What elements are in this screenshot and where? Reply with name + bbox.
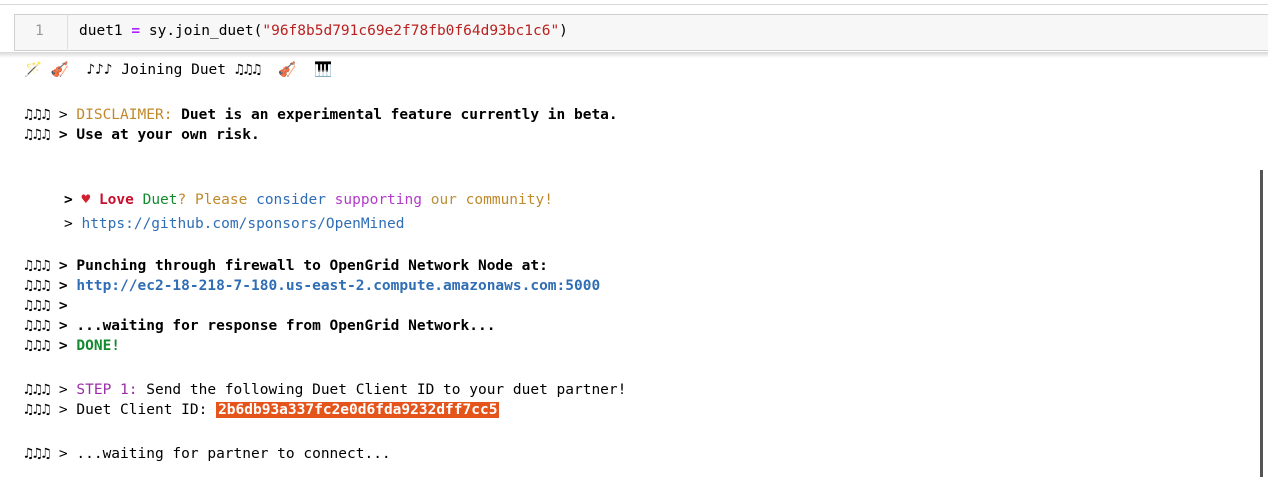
consider-word: consider (256, 192, 326, 208)
prompt-prefix: ♫♫♫ > (24, 338, 68, 354)
love-word: Love (98, 192, 134, 208)
sponsor-link[interactable]: https://github.com/sponsors/OpenMined (81, 216, 404, 232)
prompt-prefix: ♫♫♫ > (24, 382, 68, 398)
prompt-prefix: ♫♫♫ > (24, 446, 68, 462)
prompt-prefix: ♫♫♫ > (24, 127, 68, 143)
cell-output: 🪄 🎻 ♪♪♪ Joining Duet ♫♫♫ 🎻 🎹 ♫♫♫ > DISCL… (0, 52, 1262, 477)
code-close-paren: ) (559, 23, 568, 39)
code-operator: = (131, 23, 141, 39)
disclaimer-label: DISCLAIMER: (76, 107, 173, 123)
violin-icon-2: 🎻 (278, 62, 297, 78)
duet-word: Duet (142, 192, 178, 208)
punch-text: Punching through firewall to OpenGrid Ne… (76, 258, 548, 274)
supporting-word: supporting (334, 192, 422, 208)
code-line[interactable]: duet1 = sy.join_duet("96f8b5d791c69e2f78… (79, 23, 568, 39)
love-line: > ♥ Love Duet? Please consider supportin… (64, 190, 553, 210)
disclaimer-line: ♫♫♫ > DISCLAIMER: Duet is an experimenta… (24, 105, 618, 125)
prompt-prefix: ♫♫♫ > (24, 258, 68, 274)
line-number: 1 (35, 23, 44, 39)
piano-icon: 🎹 (313, 62, 332, 78)
step1-label: STEP 1: (76, 382, 138, 398)
code-cell-input[interactable]: 1 duet1 = sy.join_duet("96f8b5d791c69e2f… (14, 14, 1268, 51)
sponsor-prefix: > (64, 216, 73, 232)
code-variable: duet1 (79, 23, 123, 39)
waiting-partner-text: ...waiting for partner to connect... (76, 446, 391, 462)
code-string-arg: "96f8b5d791c69e2f78fb0f64d93bc1c6" (262, 23, 560, 39)
code-call: sy.join_duet( (148, 23, 263, 39)
joining-header: 🪄 🎻 ♪♪♪ Joining Duet ♫♫♫ 🎻 🎹 (24, 60, 332, 80)
blank-prompt-line: ♫♫♫ > (24, 296, 68, 316)
client-id-value[interactable]: 2b6db93a337fc2e0d6fda9232dff7cc5 (216, 402, 500, 418)
step1-line: ♫♫♫ > STEP 1: Send the following Duet Cl… (24, 380, 626, 400)
love-prefix: > (64, 192, 73, 208)
waiting-response-text: ...waiting for response from OpenGrid Ne… (76, 318, 496, 334)
client-id-label: Duet Client ID: (76, 402, 208, 418)
notebook-top-rule (0, 4, 1268, 5)
done-text: DONE! (76, 338, 121, 354)
joining-text: ♪♪♪ Joining Duet ♫♫♫ (86, 62, 261, 78)
prompt-prefix: ♫♫♫ > (24, 402, 68, 418)
magic-wand-icon: 🪄 (24, 62, 43, 78)
client-id-line: ♫♫♫ > Duet Client ID: 2b6db93a337fc2e0d6… (24, 400, 500, 420)
prompt-prefix: ♫♫♫ > (24, 298, 68, 314)
prompt-prefix: ♫♫♫ > (24, 318, 68, 334)
sponsor-line: > https://github.com/sponsors/OpenMined (64, 214, 404, 234)
output-scrollbar[interactable] (1260, 170, 1263, 477)
violin-icon: 🎻 (50, 62, 69, 78)
risk-line: ♫♫♫ > Use at your own risk. (24, 125, 260, 145)
our-word: our (430, 192, 457, 208)
disclaimer-text: Duet is an experimental feature currentl… (181, 107, 618, 123)
node-url-link[interactable]: http://ec2-18-218-7-180.us-east-2.comput… (76, 278, 600, 294)
community-word: community! (465, 192, 553, 208)
prompt-prefix: ♫♫♫ > (24, 278, 68, 294)
waiting-partner-line: ♫♫♫ > ...waiting for partner to connect.… (24, 444, 391, 464)
risk-text: Use at your own risk. (76, 127, 260, 143)
prompt-prefix: ♫♫♫ > (24, 107, 68, 123)
done-line: ♫♫♫ > DONE! (24, 336, 120, 356)
punch-line: ♫♫♫ > Punching through firewall to OpenG… (24, 256, 548, 276)
gutter-divider (67, 15, 68, 51)
heart-icon: ♥ (81, 192, 91, 208)
node-url-line: ♫♫♫ > http://ec2-18-218-7-180.us-east-2.… (24, 276, 600, 296)
waiting-response-line: ♫♫♫ > ...waiting for response from OpenG… (24, 316, 495, 336)
please-text: ? Please (177, 192, 248, 208)
step1-text: Send the following Duet Client ID to you… (146, 382, 627, 398)
